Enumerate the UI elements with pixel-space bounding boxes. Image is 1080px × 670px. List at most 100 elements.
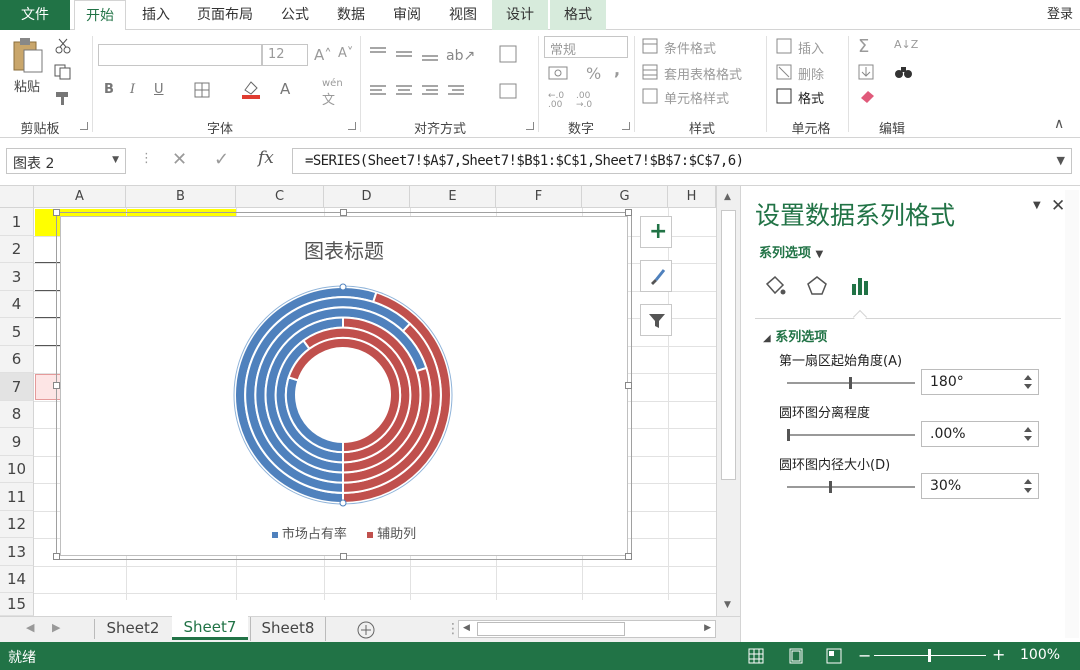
column-header[interactable]: H — [668, 186, 716, 208]
row-header[interactable]: 11 — [0, 483, 34, 511]
hole-size-slider-thumb[interactable] — [829, 481, 832, 493]
doughnut-chart[interactable] — [61, 217, 627, 555]
row-header[interactable]: 10 — [0, 456, 34, 483]
enter-icon[interactable]: ✓ — [214, 149, 229, 170]
expand-formula-icon[interactable]: ▼ — [1057, 154, 1065, 167]
zoom-level[interactable]: 100% — [1020, 647, 1060, 663]
vertical-scrollbar[interactable]: ▲ ▼ — [716, 186, 740, 616]
tab-formulas[interactable]: 公式 — [270, 0, 320, 30]
tab-data[interactable]: 数据 — [326, 0, 376, 30]
font-launcher-icon[interactable] — [348, 122, 356, 130]
shrink-font-icon[interactable]: A˅ — [338, 46, 353, 61]
collapse-ribbon-icon[interactable]: ∧ — [1054, 116, 1064, 132]
font-color-icon[interactable]: A — [280, 80, 290, 98]
resize-handle[interactable] — [625, 209, 632, 216]
series-selection-handle[interactable] — [339, 499, 347, 507]
insert-cells-button[interactable]: 插入 — [798, 38, 824, 57]
page-break-view-icon[interactable] — [826, 648, 842, 664]
scroll-down-icon[interactable]: ▼ — [724, 600, 731, 610]
format-cells-icon[interactable] — [776, 88, 794, 104]
pane-scrollbar[interactable] — [1065, 190, 1079, 638]
row-header[interactable]: 1 — [0, 208, 34, 236]
cell-styles-icon[interactable] — [642, 88, 660, 104]
column-header[interactable]: G — [582, 186, 668, 208]
scroll-thumb[interactable] — [721, 210, 736, 480]
sheet-tab[interactable]: Sheet2 — [96, 617, 170, 641]
row-header[interactable]: 13 — [0, 538, 34, 566]
row-header[interactable]: 5 — [0, 318, 34, 346]
wrap-merge-icons[interactable] — [498, 44, 520, 104]
row-header[interactable]: 3 — [0, 263, 34, 291]
spin-down-icon[interactable] — [1024, 488, 1032, 493]
scroll-right-icon[interactable]: ▶ — [704, 623, 711, 633]
tab-file[interactable]: 文件 — [0, 0, 70, 30]
explosion-slider[interactable] — [787, 434, 915, 436]
row-header[interactable]: 12 — [0, 511, 34, 538]
name-box[interactable]: 图表 2 ▼ — [6, 148, 126, 174]
resize-handle[interactable] — [625, 553, 632, 560]
resize-handle[interactable] — [625, 382, 632, 389]
format-cells-button[interactable]: 格式 — [798, 88, 824, 107]
font-size-combo[interactable]: 12 — [262, 44, 308, 66]
resize-handle[interactable] — [340, 553, 347, 560]
format-painter-icon[interactable] — [54, 90, 72, 106]
comma-button[interactable]: , — [614, 60, 620, 79]
tab-review[interactable]: 审阅 — [382, 0, 432, 30]
chevron-down-icon[interactable]: ▼ — [112, 155, 119, 165]
paste-icon[interactable] — [10, 36, 46, 76]
alignment-icons[interactable]: ab↗ — [368, 44, 478, 108]
resize-handle[interactable] — [340, 209, 347, 216]
angle-slider-thumb[interactable] — [849, 377, 852, 389]
insert-cells-icon[interactable] — [776, 38, 794, 54]
autosum-icon[interactable]: Σ — [858, 36, 869, 57]
alignment-launcher-icon[interactable] — [526, 122, 534, 130]
column-header[interactable]: B — [126, 186, 236, 208]
cancel-icon[interactable]: ✕ — [172, 149, 187, 170]
normal-view-icon[interactable] — [748, 648, 764, 664]
conditional-format-icon[interactable] — [642, 38, 660, 54]
column-header[interactable]: F — [496, 186, 582, 208]
row-header[interactable]: 2 — [0, 236, 34, 263]
copy-icon[interactable] — [54, 64, 72, 80]
clipboard-launcher-icon[interactable] — [80, 122, 88, 130]
tab-page-layout[interactable]: 页面布局 — [188, 0, 262, 30]
formula-input[interactable]: =SERIES(Sheet7!$A$7,Sheet7!$B$1:$C$1,She… — [292, 148, 1072, 174]
zoom-out-icon[interactable]: − — [858, 646, 871, 665]
effects-icon[interactable] — [805, 274, 829, 298]
add-sheet-icon[interactable] — [356, 620, 376, 640]
spin-up-icon[interactable] — [1024, 375, 1032, 380]
clear-icon[interactable] — [858, 88, 878, 104]
sheet-tab-active[interactable]: Sheet7 — [172, 616, 248, 640]
worksheet-grid[interactable]: A B C D E F G H 1 2 3 4 5 6 7 8 9 10 11 … — [0, 186, 740, 616]
number-format-combo[interactable]: 常规 — [544, 36, 628, 58]
zoom-slider-thumb[interactable] — [928, 649, 931, 662]
select-all-corner[interactable] — [0, 186, 34, 208]
series-options-icon[interactable] — [849, 274, 873, 298]
row-header[interactable]: 14 — [0, 566, 34, 593]
chart-styles-button[interactable] — [640, 260, 672, 292]
cut-icon[interactable] — [54, 38, 72, 54]
chart-legend[interactable]: 市场占有率 辅助列 — [61, 523, 627, 542]
close-icon[interactable]: ✕ — [1051, 196, 1065, 216]
find-select-icon[interactable] — [894, 64, 914, 80]
sheet-tab[interactable]: Sheet8 — [250, 617, 326, 641]
tab-design[interactable]: 设计 — [492, 0, 548, 30]
chart-filters-button[interactable] — [640, 304, 672, 336]
explosion-spinner[interactable]: .00% — [921, 421, 1039, 447]
sort-filter-icon[interactable]: A↓Z — [894, 38, 918, 51]
resize-handle[interactable] — [53, 553, 60, 560]
spin-down-icon[interactable] — [1024, 436, 1032, 441]
scroll-left-icon[interactable]: ◀ — [463, 623, 470, 633]
insert-function-icon[interactable]: fx — [258, 148, 274, 168]
row-header[interactable]: 9 — [0, 428, 34, 456]
fill-line-icon[interactable] — [763, 274, 787, 298]
tab-format[interactable]: 格式 — [550, 0, 606, 30]
bold-button[interactable]: B — [104, 82, 114, 97]
tab-view[interactable]: 视图 — [438, 0, 488, 30]
fill-color-icon[interactable] — [240, 78, 262, 100]
row-header[interactable]: 7 — [0, 373, 34, 401]
next-sheet-icon[interactable]: ▶ — [52, 621, 60, 634]
underline-button[interactable]: U — [154, 82, 164, 97]
column-header[interactable]: D — [324, 186, 410, 208]
percent-button[interactable]: % — [586, 64, 601, 83]
